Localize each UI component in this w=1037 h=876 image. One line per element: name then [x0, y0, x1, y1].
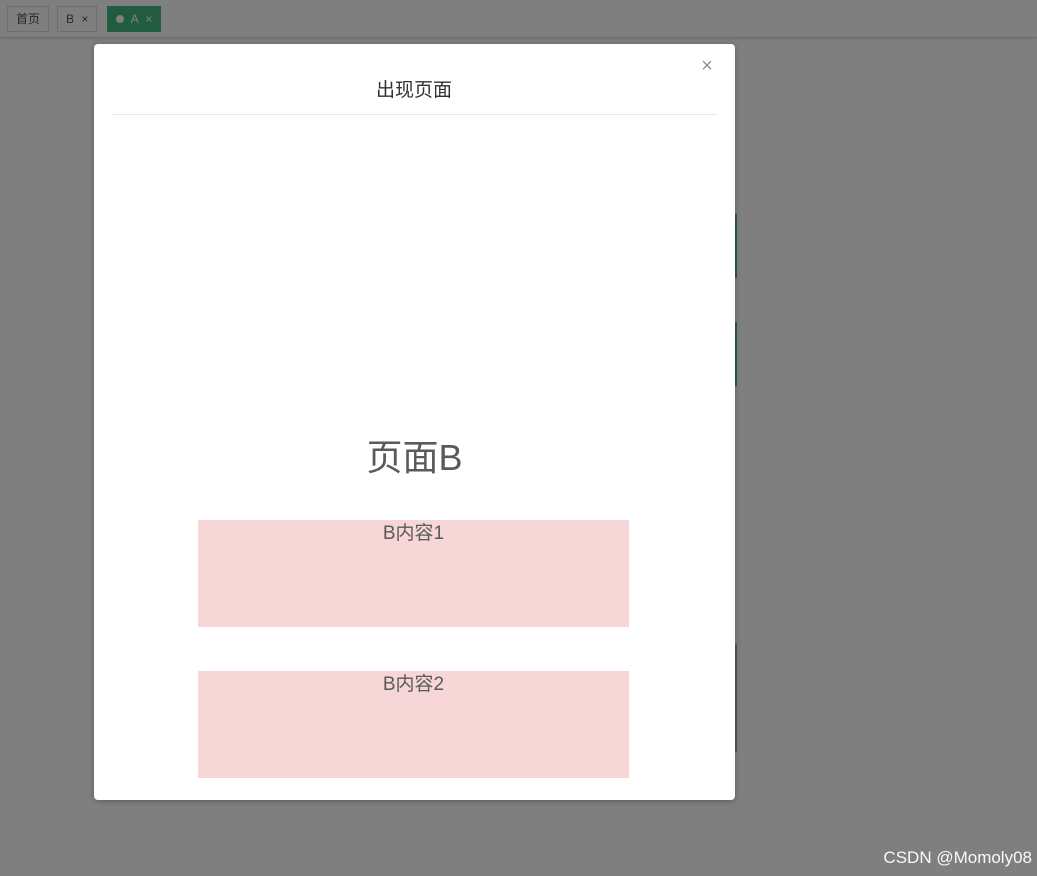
watermark: CSDN @Momoly08	[883, 848, 1032, 867]
dialog: 出现页面 × 页面B B内容1 B内容2	[94, 44, 735, 800]
page-heading: 页面B	[366, 437, 463, 478]
dialog-title: 出现页面	[375, 80, 452, 101]
dialog-header: 出现页面	[111, 44, 717, 115]
content-box: B内容2	[198, 671, 629, 778]
content-box-label: B内容1	[382, 523, 445, 544]
close-icon[interactable]: ×	[697, 56, 717, 76]
content-box: B内容1	[198, 520, 629, 627]
content-box-label: B内容2	[382, 674, 445, 695]
